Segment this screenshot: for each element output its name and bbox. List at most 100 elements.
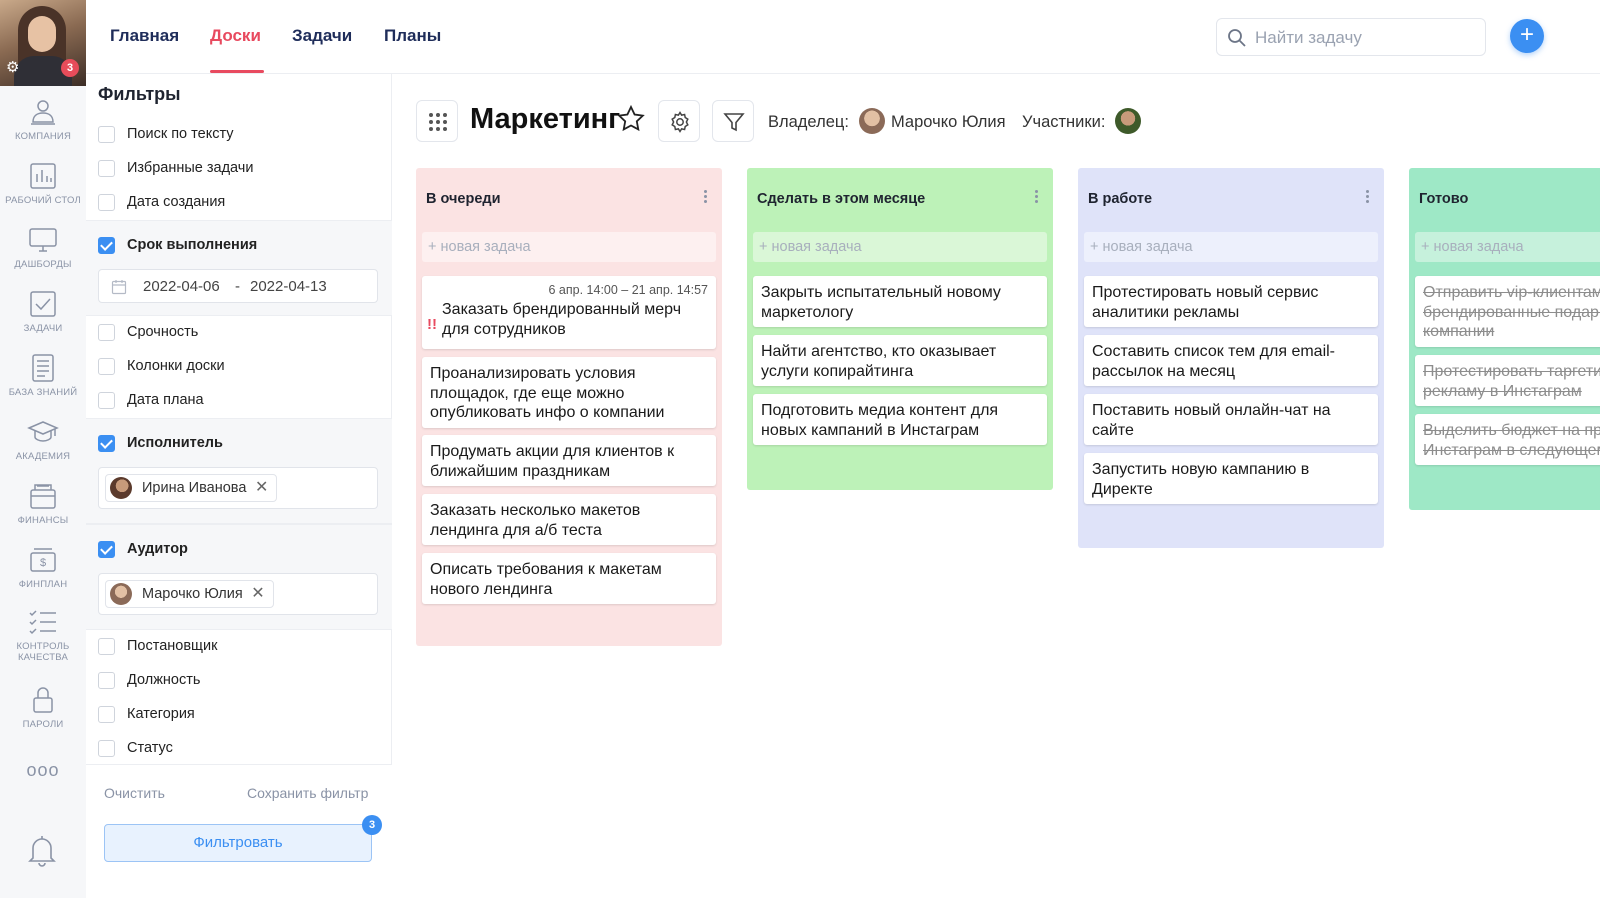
search-box[interactable] — [1216, 18, 1486, 56]
date-range-input[interactable]: 2022-04-06 - 2022-04-13 — [98, 269, 378, 303]
rail-item-dashboards[interactable]: ДАШБОРДЫ — [0, 224, 86, 286]
task-card-done[interactable]: Протестировать таргетированную рекламу в… — [1415, 355, 1600, 406]
task-card[interactable]: Продумать акции для клиентов к ближайшим… — [422, 435, 716, 486]
task-card[interactable]: Заказать несколько макетов лендинга для … — [422, 494, 716, 545]
filter-text-search[interactable]: Поиск по тексту — [86, 118, 392, 152]
filter-favorites[interactable]: Избранные задачи — [86, 152, 392, 186]
clear-filter-link[interactable]: Очистить — [104, 785, 165, 801]
filter-deadline[interactable]: Срок выполнения — [86, 229, 392, 263]
bell-icon[interactable] — [25, 832, 59, 868]
new-task-input[interactable]: + новая задача — [1415, 232, 1600, 262]
executor-select[interactable]: Ирина Иванова ✕ — [98, 467, 378, 509]
checkbox[interactable] — [98, 392, 115, 409]
checkbox-checked[interactable] — [98, 237, 115, 254]
tab-home[interactable]: Главная — [110, 26, 179, 46]
rail-item-label: КОНТРОЛЬ КАЧЕСТВА — [16, 641, 70, 663]
filter-creator[interactable]: Постановщик — [86, 630, 392, 664]
rail-item-finplan[interactable]: $ ФИНПЛАН — [0, 544, 86, 606]
column-title: В очереди — [426, 191, 501, 207]
kebab-menu-icon[interactable] — [702, 188, 708, 208]
task-card[interactable]: Протестировать новый сервис аналитики ре… — [1084, 276, 1378, 327]
date-separator: - — [235, 278, 240, 295]
apply-filter-button[interactable]: Фильтровать — [104, 824, 372, 862]
owner-avatar[interactable] — [859, 108, 885, 134]
executor-chip[interactable]: Ирина Иванова ✕ — [105, 474, 278, 502]
filter-category[interactable]: Категория — [86, 698, 392, 732]
filter-status[interactable]: Статус — [86, 732, 392, 766]
close-icon[interactable]: ✕ — [251, 581, 264, 607]
board-settings-button[interactable] — [658, 100, 700, 142]
filter-executor[interactable]: Исполнитель — [86, 427, 392, 461]
task-title: Закрыть испытательный новому маркетологу — [761, 284, 1001, 321]
new-task-input[interactable]: + новая задача — [422, 232, 716, 262]
money-icon: $ — [30, 548, 56, 572]
new-task-input[interactable]: + новая задача — [1084, 232, 1378, 262]
task-card[interactable]: Проанализировать условия площадок, где е… — [422, 357, 716, 428]
boards-grid-button[interactable] — [416, 100, 458, 142]
user-avatar[interactable]: ⚙ 3 — [0, 0, 86, 86]
checkbox[interactable] — [98, 126, 115, 143]
filter-urgency[interactable]: Срочность — [86, 316, 392, 350]
rail-item-quality[interactable]: КОНТРОЛЬ КАЧЕСТВА — [0, 606, 86, 676]
kebab-menu-icon[interactable] — [1033, 188, 1039, 208]
board-filter-button[interactable] — [712, 100, 754, 142]
task-card[interactable]: Описать требования к макетам нового ленд… — [422, 553, 716, 604]
tab-boards[interactable]: Доски — [210, 26, 261, 46]
rail-item-company[interactable]: КОМПАНИЯ — [0, 96, 86, 158]
add-button[interactable]: + — [1510, 19, 1544, 53]
task-card-done[interactable]: Выделить бюджет на продвижение в Инстагр… — [1415, 414, 1600, 465]
auditor-select[interactable]: Марочко Юлия ✕ — [98, 573, 378, 615]
checkbox[interactable] — [98, 358, 115, 375]
checkbox-icon — [30, 291, 56, 317]
task-title: Найти агентство, кто оказывает услуги ко… — [761, 343, 997, 380]
task-title: Составить список тем для email-рассылок … — [1092, 343, 1336, 380]
task-card[interactable]: Составить список тем для email-рассылок … — [1084, 335, 1378, 386]
filter-plan-date[interactable]: Дата плана — [86, 384, 392, 418]
executor-name: Ирина Иванова — [142, 480, 247, 496]
checkbox[interactable] — [98, 160, 115, 177]
rail-item-knowledge[interactable]: БАЗА ЗНАНИЙ — [0, 352, 86, 414]
rail-item-finance[interactable]: ФИНАНСЫ — [0, 480, 86, 542]
rail-item-tasks[interactable]: ЗАДАЧИ — [0, 288, 86, 350]
auditor-chip[interactable]: Марочко Юлия ✕ — [105, 580, 274, 608]
task-title: Запустить новую кампанию в Директе — [1092, 461, 1310, 498]
avatar — [110, 583, 132, 605]
checkbox[interactable] — [98, 324, 115, 341]
close-icon[interactable]: ✕ — [255, 475, 268, 501]
new-task-input[interactable]: + новая задача — [753, 232, 1047, 262]
member-avatar[interactable] — [1115, 108, 1141, 134]
rail-item-desktop[interactable]: РАБОЧИЙ СТОЛ — [0, 160, 86, 222]
filter-position[interactable]: Должность — [86, 664, 392, 698]
filter-auditor[interactable]: Аудитор — [86, 533, 392, 567]
gear-icon[interactable]: ⚙ — [6, 60, 22, 76]
checkbox[interactable] — [98, 706, 115, 723]
checkbox[interactable] — [98, 194, 115, 211]
star-icon[interactable] — [616, 104, 646, 134]
checkbox[interactable] — [98, 638, 115, 655]
task-card[interactable]: Найти агентство, кто оказывает услуги ко… — [753, 335, 1047, 386]
more-icon[interactable]: ooo — [0, 760, 86, 781]
task-card[interactable]: Запустить новую кампанию в Директе — [1084, 453, 1378, 504]
search-input[interactable] — [1255, 27, 1475, 49]
filter-board-columns[interactable]: Колонки доски — [86, 350, 392, 384]
auditor-name: Марочко Юлия — [142, 586, 243, 602]
checkbox-checked[interactable] — [98, 435, 115, 452]
tab-plans[interactable]: Планы — [384, 26, 441, 46]
checkbox-checked[interactable] — [98, 541, 115, 558]
save-filter-link[interactable]: Сохранить фильтр — [247, 785, 368, 801]
task-card[interactable]: Подготовить медиа контент для новых камп… — [753, 394, 1047, 445]
owner-name[interactable]: Марочко Юлия — [891, 113, 1006, 132]
task-card-done[interactable]: Отправить vip-клиентам брендированные по… — [1415, 276, 1600, 347]
filter-created-date[interactable]: Дата создания — [86, 186, 392, 220]
task-card[interactable]: 6 апр. 14:00 – 21 апр. 14:57 !! Заказать… — [422, 276, 716, 349]
checkbox[interactable] — [98, 740, 115, 757]
checkbox[interactable] — [98, 672, 115, 689]
kebab-menu-icon[interactable] — [1364, 188, 1370, 208]
column-queue: В очереди + новая задача 6 апр. 14:00 – … — [416, 168, 722, 646]
rail-item-passwords[interactable]: ПАРОЛИ — [0, 684, 86, 746]
tab-tasks[interactable]: Задачи — [292, 26, 352, 46]
task-card[interactable]: Закрыть испытательный новому маркетологу — [753, 276, 1047, 327]
rail-item-academy[interactable]: АКАДЕМИЯ — [0, 416, 86, 478]
graduation-cap-icon — [27, 421, 59, 442]
task-card[interactable]: Поставить новый онлайн-чат на сайте — [1084, 394, 1378, 445]
